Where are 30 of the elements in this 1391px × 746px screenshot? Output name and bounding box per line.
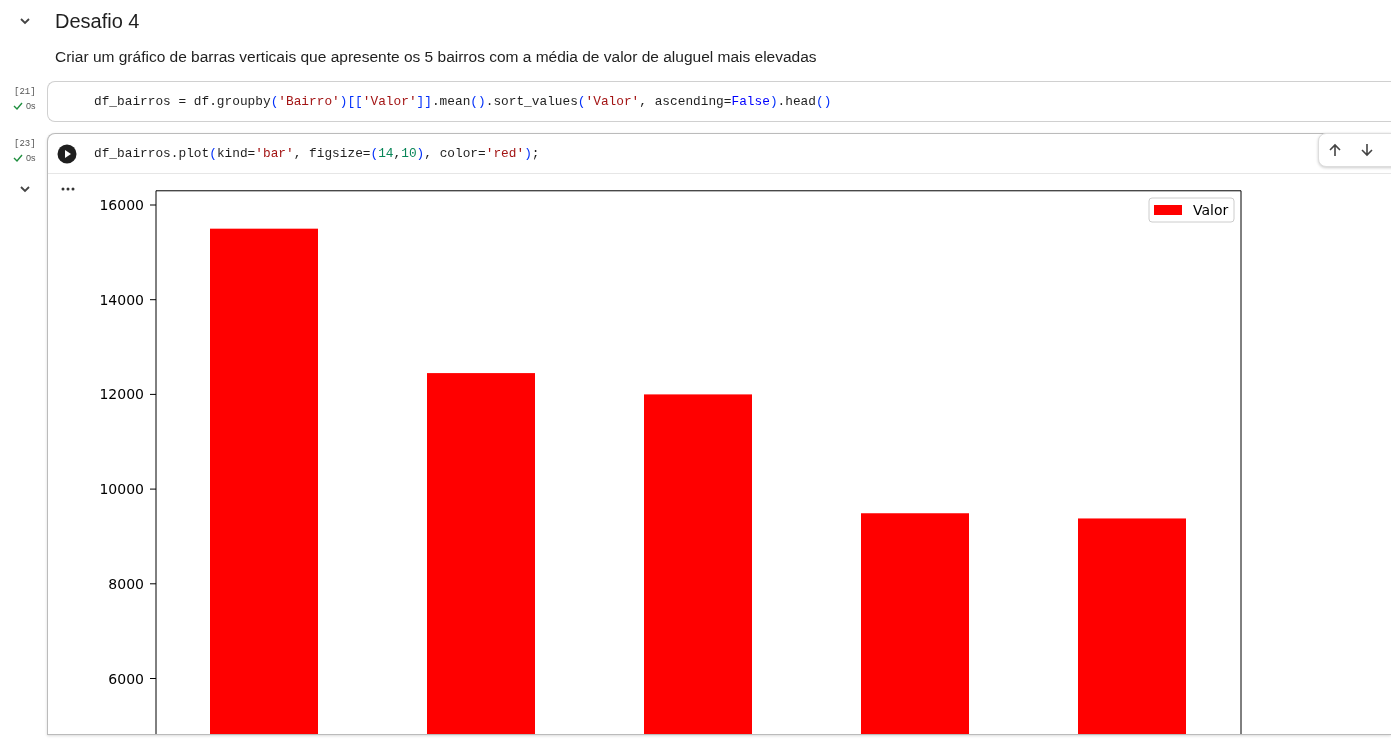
- more-icon[interactable]: [61, 187, 75, 191]
- y-tick: [149, 299, 157, 301]
- execution-time: 0s: [26, 101, 36, 111]
- chevron-icon[interactable]: [19, 183, 31, 195]
- code-line: df_bairros.plot(kind='bar', figsize=(14,10), color='red');: [94, 146, 540, 161]
- legend-label: Valor: [1193, 202, 1229, 218]
- execution-count: [23]: [14, 139, 36, 149]
- code-cell[interactable]: df_bairros = df.groupby('Bairro')[['Valor']].mean().sort_values('Valor', ascending=False).head(): [47, 81, 1391, 122]
- y-tick-label: 8000: [108, 575, 144, 592]
- chart-legend: Valor: [1148, 197, 1235, 223]
- y-tick-label: 14000: [99, 291, 144, 308]
- arrow-up-icon[interactable]: [1327, 142, 1343, 158]
- description-text: Criar um gráfico de barras verticais que apresente os 5 bairros com a média de valor de aluguel mais elevadas: [55, 48, 818, 67]
- y-tick-label: 12000: [99, 386, 144, 403]
- y-tick: [149, 488, 157, 490]
- chevron-icon[interactable]: [19, 15, 31, 27]
- y-tick-label: 10000: [99, 481, 144, 498]
- run-icon[interactable]: [57, 143, 77, 164]
- y-tick: [149, 678, 157, 679]
- code-line: df_bairros = df.groupby('Bairro')[['Valor']].mean().sort_values('Valor', ascending=False).head(): [94, 94, 832, 109]
- y-tick-label: 16000: [99, 197, 144, 213]
- y-tick-label: 6000: [108, 670, 144, 687]
- y-tick: [149, 583, 157, 585]
- code-cell[interactable]: df_bairros.plot(kind='bar', figsize=(14,10), color='red'); 6000 8000 10000 12000 14000 16000 Valor: [47, 133, 1391, 735]
- y-tick: [149, 393, 157, 395]
- section-title: Desafio 4: [55, 9, 140, 33]
- execution-count: [21]: [14, 87, 36, 97]
- execution-time: 0s: [26, 153, 36, 163]
- y-tick: [149, 204, 157, 206]
- arrow-down-icon[interactable]: [1359, 142, 1375, 158]
